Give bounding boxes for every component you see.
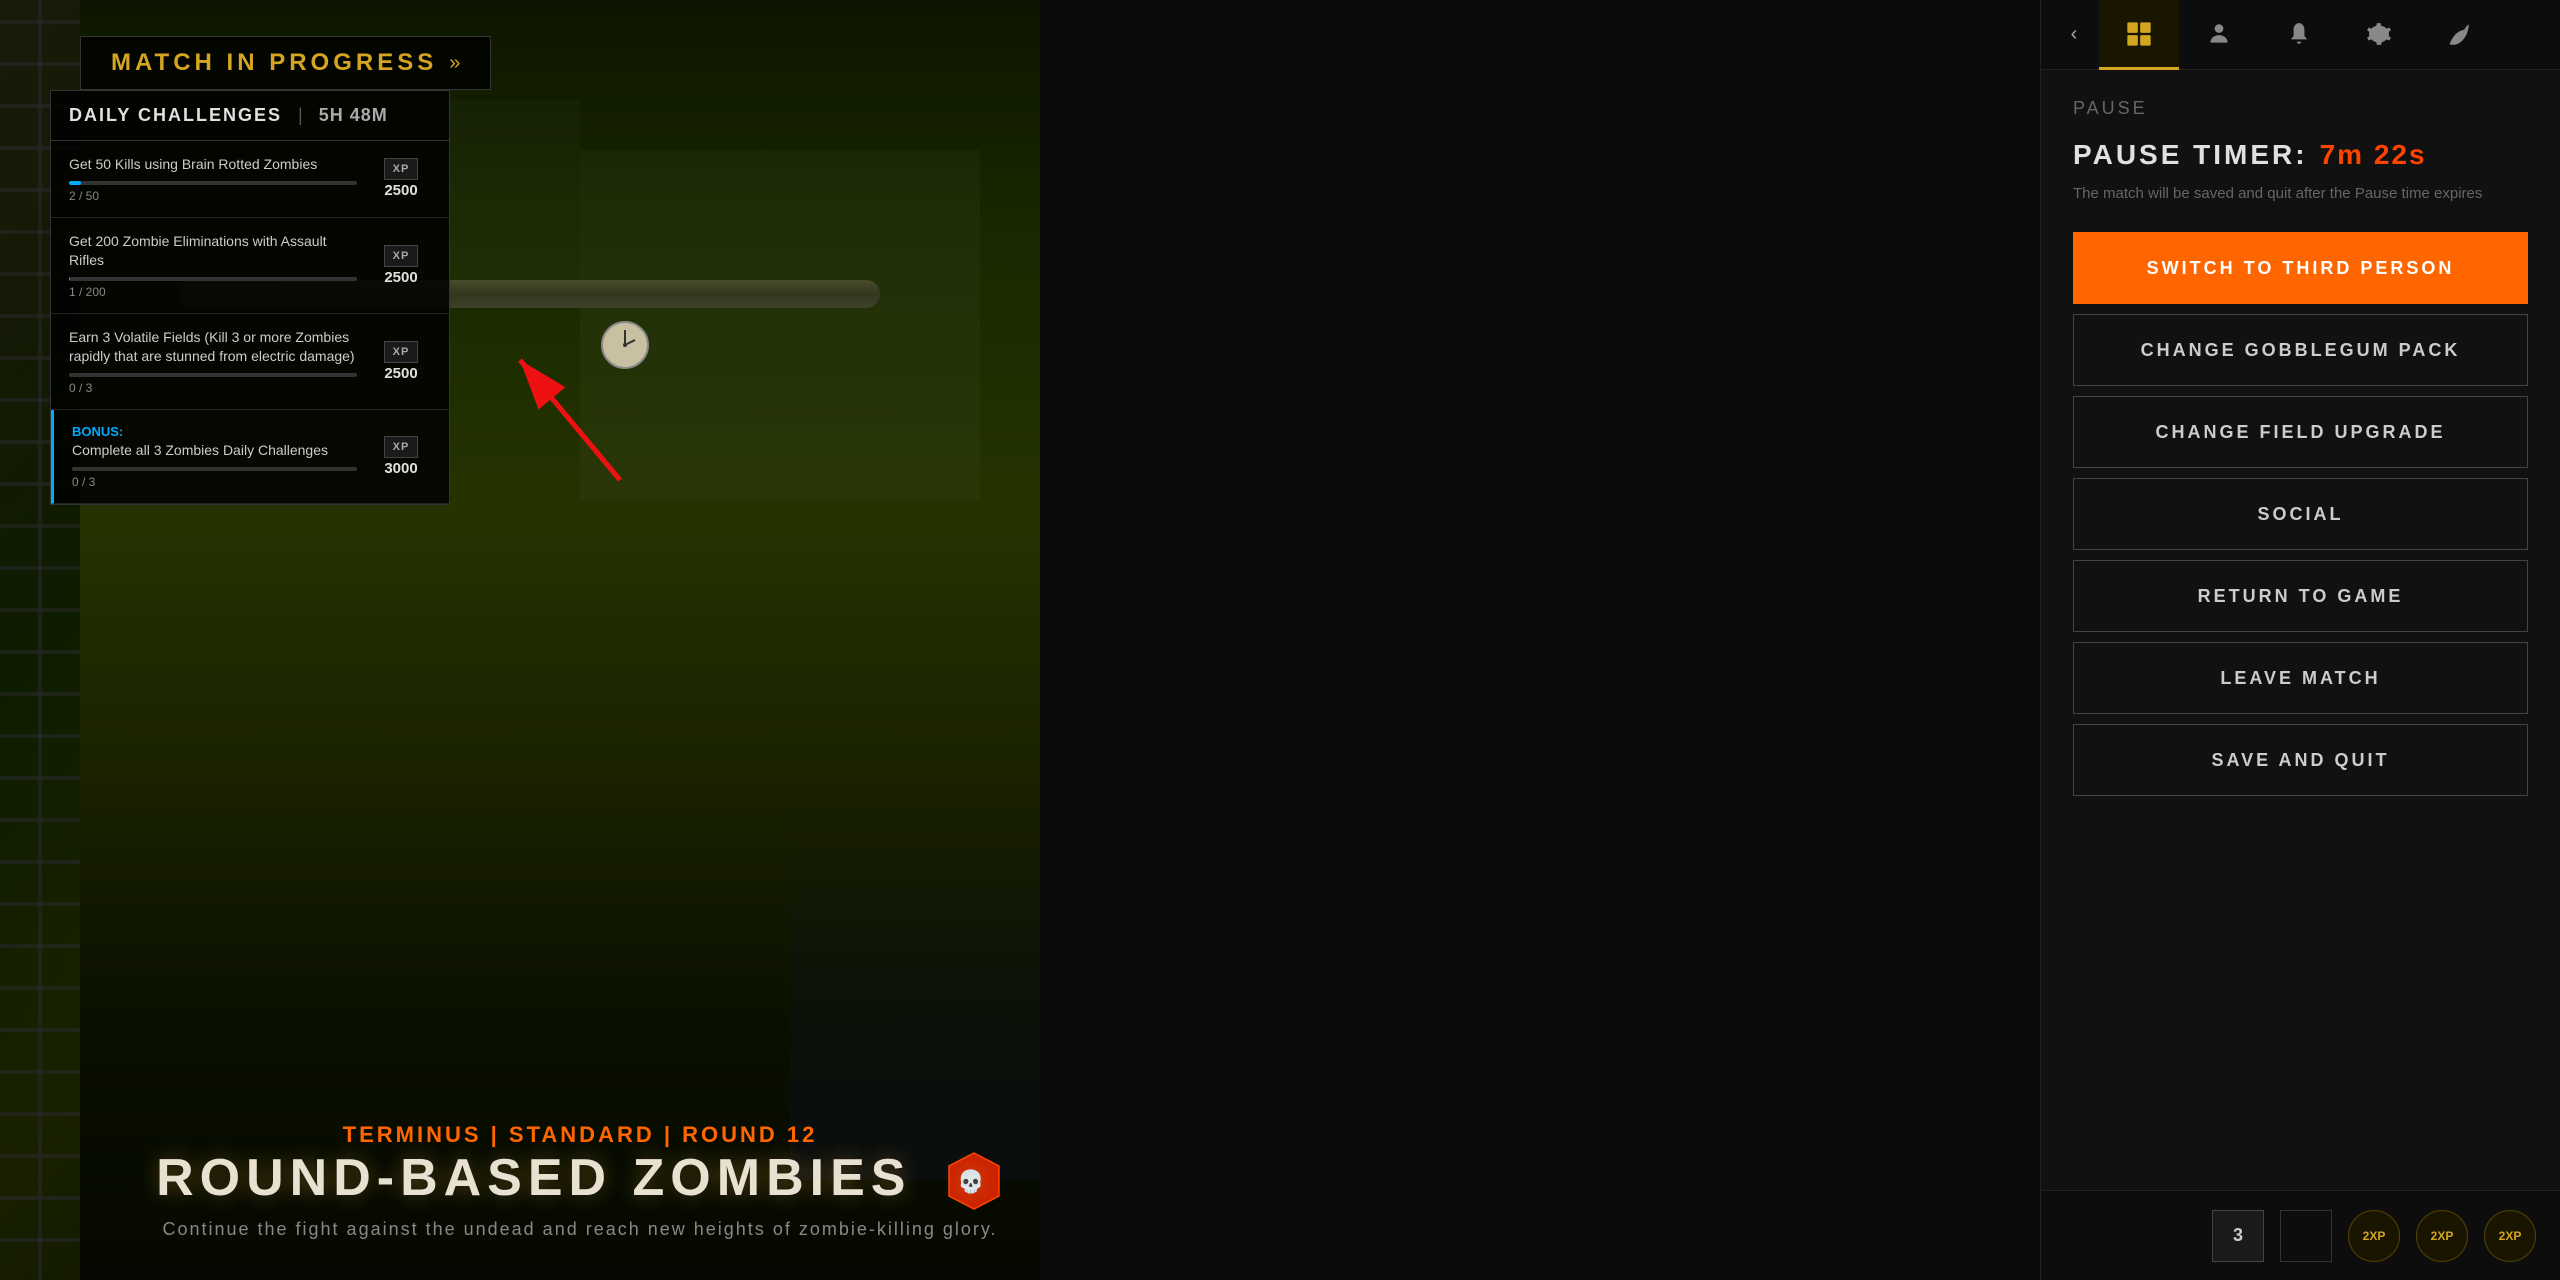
game-mode-label: TERMINUS | STANDARD | ROUND 12 xyxy=(130,1122,1030,1148)
gear-icon xyxy=(2366,21,2392,47)
challenge-text: Complete all 3 Zombies Daily Challenges xyxy=(72,441,357,461)
xp-value: 2500 xyxy=(384,365,417,382)
xp-token-3: 2XP xyxy=(2484,1210,2536,1262)
change-gobblegum-pack-button[interactable]: CHANGE GOBBLEGUM PACK xyxy=(2073,314,2528,386)
leaf-icon xyxy=(2446,21,2472,47)
leave-match-button[interactable]: LEAVE MATCH xyxy=(2073,642,2528,714)
pause-timer-value: 7m 22s xyxy=(2320,139,2427,171)
challenges-timer: 5H 48M xyxy=(319,105,388,126)
character-area xyxy=(790,780,1040,1180)
person-icon xyxy=(2206,21,2232,47)
challenge-progress-bar xyxy=(69,181,357,185)
game-mode-title: ROUND-BASED ZOMBIES 💀 xyxy=(130,1148,1030,1211)
challenge-xp: XP 2500 xyxy=(371,341,431,382)
pause-timer-row: PAUSE TIMER: 7m 22s xyxy=(2073,139,2528,171)
xp-badge: XP xyxy=(384,341,419,363)
xp-value: 2500 xyxy=(384,182,417,199)
challenge-item: Get 200 Zombie Eliminations with Assault… xyxy=(51,218,449,314)
game-mode-subtitle: Continue the fight against the undead an… xyxy=(130,1219,1030,1240)
bonus-label: Bonus: xyxy=(72,424,357,439)
challenge-info: Get 200 Zombie Eliminations with Assault… xyxy=(69,232,357,299)
switch-to-third-person-button[interactable]: SWITCH TO THIRD PERSON xyxy=(2073,232,2528,304)
pause-content: PAUSE PAUSE TIMER: 7m 22s The match will… xyxy=(2041,70,2560,1190)
round-badge: 3 xyxy=(2212,1210,2264,1262)
skull-icon: 💀 xyxy=(944,1151,1004,1211)
change-field-upgrade-button[interactable]: CHANGE FIELD UPGRADE xyxy=(2073,396,2528,468)
match-banner-text: MATCH IN PROGRESS xyxy=(111,49,437,77)
xp-value: 3000 xyxy=(384,460,417,477)
nav-tab-leaf[interactable] xyxy=(2419,0,2499,70)
nav-tab-person[interactable] xyxy=(2179,0,2259,70)
challenge-count: 2 / 50 xyxy=(69,189,357,203)
nav-tab-gear[interactable] xyxy=(2339,0,2419,70)
challenge-text: Get 50 Kills using Brain Rotted Zombies xyxy=(69,155,357,175)
challenge-progress-fill xyxy=(69,277,70,281)
challenge-xp: XP 2500 xyxy=(371,158,431,199)
pause-timer-label: PAUSE TIMER: xyxy=(2073,139,2308,171)
return-to-game-button[interactable]: RETURN TO GAME xyxy=(2073,560,2528,632)
xp-badge: XP xyxy=(384,245,419,267)
challenge-xp: XP 2500 xyxy=(371,245,431,286)
nav-tabs xyxy=(2099,0,2552,69)
challenge-progress-bar xyxy=(69,277,357,281)
challenges-panel: DAILY CHALLENGES | 5H 48M Get 50 Kills u… xyxy=(50,90,450,505)
game-info-footer: TERMINUS | STANDARD | ROUND 12 ROUND-BAS… xyxy=(130,1122,1030,1240)
nav-tab-bell[interactable] xyxy=(2259,0,2339,70)
nav-tab-grid[interactable] xyxy=(2099,0,2179,70)
match-banner: MATCH IN PROGRESS » xyxy=(80,36,491,90)
nav-collapse-button[interactable]: ‹ xyxy=(2049,0,2099,70)
pause-timer-desc: The match will be saved and quit after t… xyxy=(2073,183,2528,204)
challenges-header: DAILY CHALLENGES | 5H 48M xyxy=(51,91,449,141)
bonus-challenge-item: Bonus: Complete all 3 Zombies Daily Chal… xyxy=(51,410,449,504)
challenge-item: Earn 3 Volatile Fields (Kill 3 or more Z… xyxy=(51,314,449,410)
challenge-item: Get 50 Kills using Brain Rotted Zombies … xyxy=(51,141,449,218)
bell-icon xyxy=(2286,21,2312,47)
empty-badge xyxy=(2280,1210,2332,1262)
grid-icon xyxy=(2125,20,2153,48)
xp-token-2: 2XP xyxy=(2416,1210,2468,1262)
challenge-count: 0 / 3 xyxy=(72,475,357,489)
xp-value: 2500 xyxy=(384,269,417,286)
pause-panel: ‹ xyxy=(2040,0,2560,1280)
xp-token-1: 2XP xyxy=(2348,1210,2400,1262)
xp-badge: XP xyxy=(384,436,419,458)
svg-text:💀: 💀 xyxy=(957,1169,990,1194)
challenge-progress-bar xyxy=(69,373,357,377)
challenge-text: Earn 3 Volatile Fields (Kill 3 or more Z… xyxy=(69,328,357,367)
pause-label: PAUSE xyxy=(2073,98,2528,119)
challenge-info: Get 50 Kills using Brain Rotted Zombies … xyxy=(69,155,357,203)
save-and-quit-button[interactable]: SAVE AND QUIT xyxy=(2073,724,2528,796)
challenges-divider: | xyxy=(298,105,303,126)
nav-bar: ‹ xyxy=(2041,0,2560,70)
challenge-xp: XP 3000 xyxy=(371,436,431,477)
challenge-progress-bar xyxy=(72,467,357,471)
social-button[interactable]: SOCIAL xyxy=(2073,478,2528,550)
status-bar: 3 2XP 2XP 2XP xyxy=(2041,1190,2560,1280)
xp-badge: XP xyxy=(384,158,419,180)
challenge-progress-fill xyxy=(69,181,81,185)
arrow-annotation xyxy=(460,320,660,500)
challenge-text: Get 200 Zombie Eliminations with Assault… xyxy=(69,232,357,271)
challenge-count: 0 / 3 xyxy=(69,381,357,395)
challenge-count: 1 / 200 xyxy=(69,285,357,299)
challenge-info: Bonus: Complete all 3 Zombies Daily Chal… xyxy=(72,424,357,489)
challenges-title: DAILY CHALLENGES xyxy=(69,105,282,126)
chevron-icons: » xyxy=(449,52,460,75)
challenge-info: Earn 3 Volatile Fields (Kill 3 or more Z… xyxy=(69,328,357,395)
